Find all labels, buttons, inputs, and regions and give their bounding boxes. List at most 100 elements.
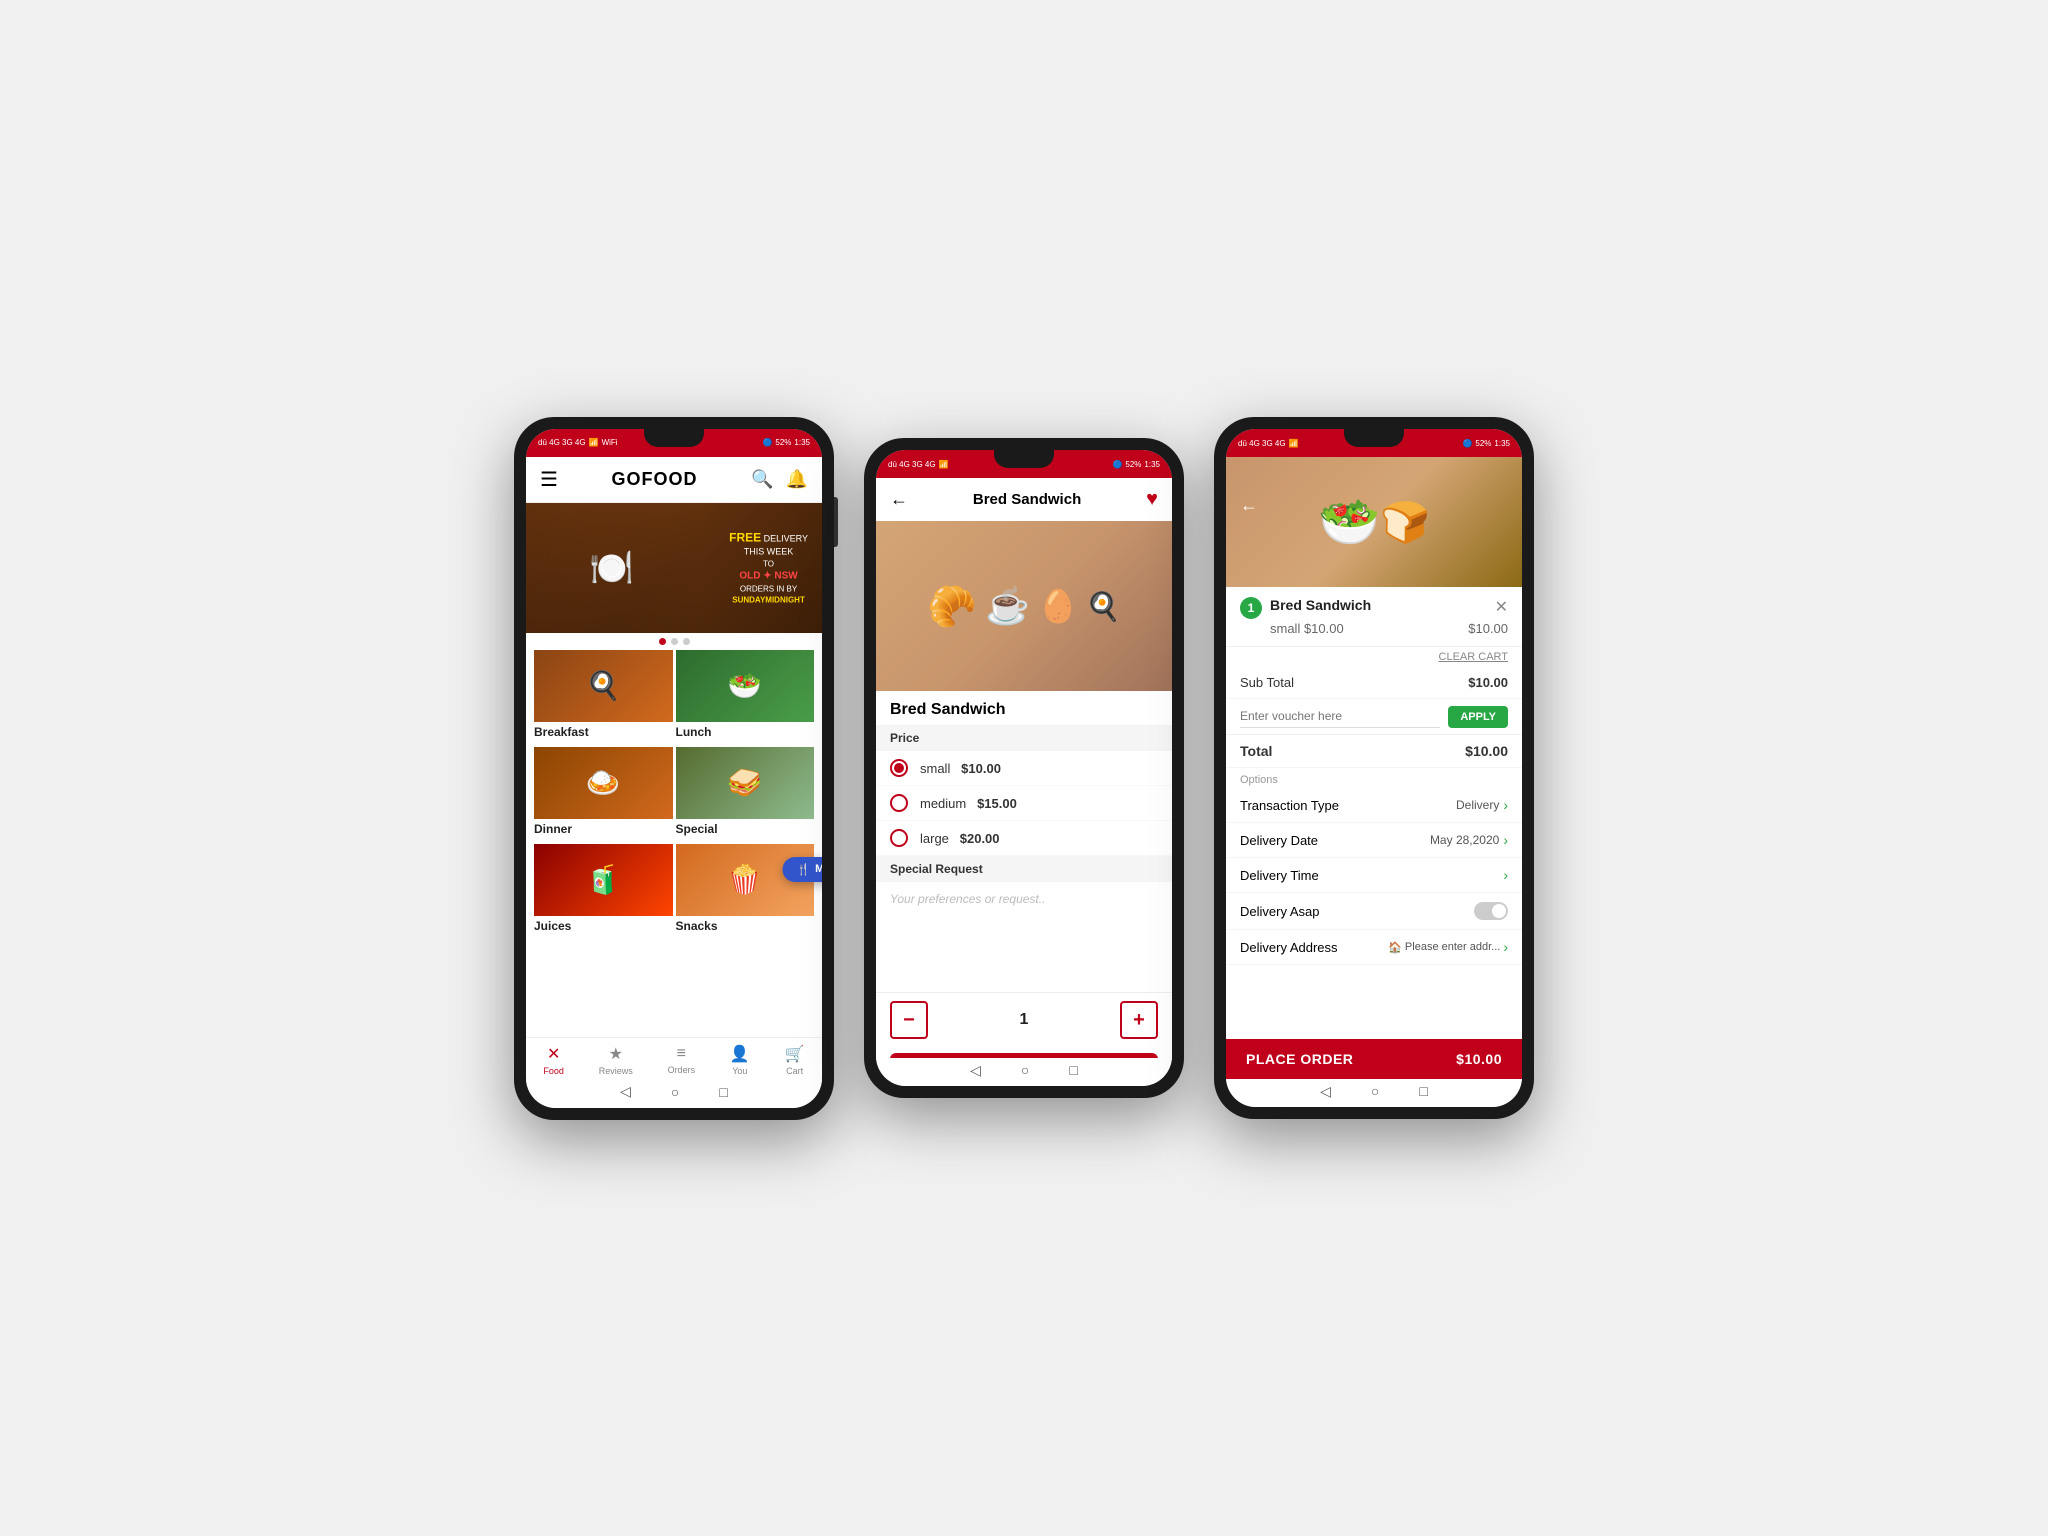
- left-status-1: dū 4G 3G 4G 📶 WiFi: [538, 438, 618, 447]
- delivery-date-chevron: ›: [1503, 832, 1508, 848]
- transaction-type-row[interactable]: Transaction Type Delivery ›: [1226, 788, 1522, 823]
- dot-1[interactable]: [659, 638, 666, 645]
- category-special[interactable]: 🥪 Special: [676, 747, 815, 841]
- back-btn-2[interactable]: ◁: [970, 1062, 981, 1079]
- nav-you[interactable]: 👤 You: [730, 1044, 750, 1076]
- home-btn-1[interactable]: ○: [671, 1084, 679, 1100]
- hamburger-icon[interactable]: ☰: [540, 467, 558, 492]
- banner-delivery: DELIVERY: [764, 533, 808, 543]
- phone-volume-button: [834, 497, 838, 547]
- recent-btn-3[interactable]: □: [1419, 1083, 1427, 1099]
- voucher-input[interactable]: [1240, 705, 1440, 728]
- voucher-row: APPLY: [1226, 699, 1522, 735]
- clear-cart-button[interactable]: CLEAR CART: [1439, 651, 1508, 663]
- nav-orders[interactable]: ≡ Orders: [668, 1045, 696, 1075]
- nav-cart[interactable]: 🛒 Cart: [785, 1044, 805, 1076]
- menu-fab-button[interactable]: 🍴 MENU: [782, 857, 822, 882]
- size-medium-row[interactable]: medium $15.00: [876, 786, 1172, 821]
- apply-voucher-button[interactable]: APPLY: [1448, 706, 1508, 728]
- category-lunch[interactable]: 🥗 Lunch: [676, 650, 815, 744]
- search-icon[interactable]: 🔍: [751, 469, 773, 490]
- delivery-date-label: Delivery Date: [1240, 833, 1318, 848]
- medium-label: medium $15.00: [920, 796, 1017, 811]
- battery-1: 52%: [775, 438, 791, 447]
- category-dinner[interactable]: 🍛 Dinner: [534, 747, 673, 841]
- nav-food[interactable]: ✕ Food: [543, 1044, 564, 1076]
- notch-1: [644, 429, 704, 447]
- dinner-label: Dinner: [534, 819, 673, 841]
- home-btn-2[interactable]: ○: [1021, 1062, 1029, 1078]
- delivery-date-row[interactable]: Delivery Date May 28,2020 ›: [1226, 823, 1522, 858]
- status-bar-1: dū 4G 3G 4G 📶 WiFi 🔵 52% 1:35: [526, 429, 822, 457]
- radio-medium[interactable]: [890, 794, 908, 812]
- dot-2[interactable]: [671, 638, 678, 645]
- total-label: Total: [1240, 743, 1272, 759]
- decrease-quantity-button[interactable]: −: [890, 1001, 928, 1039]
- lunch-image: 🥗: [676, 650, 815, 722]
- phone-3: dū 4G 3G 4G 📶 🔵 52% 1:35 🥗 🍞 ←: [1214, 417, 1534, 1119]
- snacks-label: Snacks: [676, 916, 815, 938]
- food-nav-label: Food: [543, 1066, 564, 1076]
- cart-nav-icon: 🛒: [785, 1044, 805, 1064]
- delivery-asap-toggle[interactable]: [1474, 902, 1508, 920]
- breakfast-label: Breakfast: [534, 722, 673, 744]
- back-btn-3[interactable]: ◁: [1320, 1083, 1331, 1100]
- delivery-asap-label: Delivery Asap: [1240, 904, 1319, 919]
- quantity-display: 1: [928, 1011, 1120, 1029]
- status-bar-3: dū 4G 3G 4G 📶 🔵 52% 1:35: [1226, 429, 1522, 457]
- right-status-1: 🔵 52% 1:35: [762, 438, 810, 447]
- right-status-2: 🔵 52% 1:35: [1112, 460, 1160, 469]
- subtotal-row: Sub Total $10.00: [1226, 667, 1522, 699]
- delivery-date-val: May 28,2020: [1430, 833, 1499, 847]
- app-header-1: ☰ GOFOOD 🔍 🔔: [526, 457, 822, 503]
- banner-oldnsw: OLD ✦ NSW: [729, 570, 808, 584]
- reviews-nav-icon: ★: [609, 1044, 623, 1064]
- hero-food-display: 🥐 ☕ 🥚 🍳: [927, 583, 1120, 630]
- left-status-3: dū 4G 3G 4G 📶: [1238, 439, 1299, 448]
- breakfast-image: 🍳: [534, 650, 673, 722]
- cart-item-close[interactable]: ✕: [1495, 597, 1508, 617]
- delivery-address-row[interactable]: Delivery Address 🏠 Please enter addr... …: [1226, 930, 1522, 965]
- time-2: 1:35: [1144, 460, 1160, 469]
- cart-back-button[interactable]: ←: [1240, 495, 1258, 516]
- size-small-row[interactable]: small $10.00: [876, 751, 1172, 786]
- product-header-title: Bred Sandwich: [973, 491, 1081, 508]
- special-image: 🥪: [676, 747, 815, 819]
- product-title: Bred Sandwich: [876, 691, 1172, 725]
- you-nav-label: You: [732, 1066, 747, 1076]
- bell-icon[interactable]: 🔔: [786, 469, 808, 490]
- category-juices[interactable]: 🧃 Juices: [534, 844, 673, 938]
- subtotal-label: Sub Total: [1240, 675, 1294, 690]
- delivery-time-chevron: ›: [1503, 867, 1508, 883]
- quantity-bar: − 1 +: [876, 992, 1172, 1047]
- nav-reviews[interactable]: ★ Reviews: [599, 1044, 633, 1076]
- size-large-row[interactable]: large $20.00: [876, 821, 1172, 856]
- cart-item: 1 Bred Sandwich ✕ small $10.00 $10.00: [1226, 587, 1522, 647]
- back-btn-1[interactable]: ◁: [620, 1083, 631, 1100]
- delivery-time-row[interactable]: Delivery Time ›: [1226, 858, 1522, 893]
- options-section-label: Options: [1226, 768, 1522, 788]
- recent-btn-2[interactable]: □: [1069, 1062, 1077, 1078]
- radio-small[interactable]: [890, 759, 908, 777]
- heart-icon[interactable]: ♥: [1146, 488, 1158, 511]
- banner-food-emoji: 🍽️: [526, 503, 698, 633]
- place-order-button[interactable]: PLACE ORDER $10.00: [1226, 1039, 1522, 1079]
- radio-large[interactable]: [890, 829, 908, 847]
- increase-quantity-button[interactable]: +: [1120, 1001, 1158, 1039]
- delivery-address-value: 🏠 Please enter addr... ›: [1388, 939, 1508, 955]
- banner-free: FREE: [729, 530, 761, 544]
- recent-btn-1[interactable]: □: [719, 1084, 727, 1100]
- delivery-address-chevron: ›: [1503, 939, 1508, 955]
- dot-3[interactable]: [683, 638, 690, 645]
- special-request-input[interactable]: Your preferences or request..: [876, 882, 1172, 942]
- carrier-3: dū 4G 3G 4G: [1238, 439, 1286, 448]
- juices-image: 🧃: [534, 844, 673, 916]
- bluetooth-3: 🔵: [1462, 439, 1472, 448]
- back-icon-2[interactable]: ←: [890, 489, 908, 510]
- phone-3-content: 🥗 🍞 ← 1 Bred Sandwich ✕ small $10.00 $10…: [1226, 457, 1522, 1037]
- phone-1-content: ☰ GOFOOD 🔍 🔔 🍽️ FREE DELIVERY THIS WEEK …: [526, 457, 822, 1037]
- category-breakfast[interactable]: 🍳 Breakfast: [534, 650, 673, 744]
- home-btn-3[interactable]: ○: [1371, 1083, 1379, 1099]
- special-request-placeholder: Your preferences or request..: [890, 892, 1045, 906]
- promo-banner: 🍽️ FREE DELIVERY THIS WEEK TO OLD ✦ NSW …: [526, 503, 822, 633]
